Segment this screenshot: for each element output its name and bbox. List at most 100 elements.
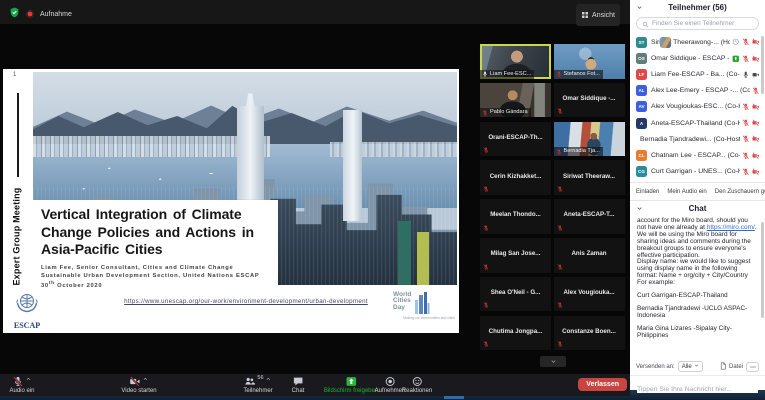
mic-muted-icon (557, 341, 563, 347)
video-tile[interactable]: Omar Siddique -... (554, 83, 625, 118)
participant-row[interactable]: ST Siriwat Theerawong-... (Host) (630, 34, 765, 50)
participant-status-icons (742, 168, 760, 176)
smiley-icon (411, 376, 422, 387)
participants-footer-button[interactable]: Mein Audio ein (667, 189, 706, 195)
cam-on-icon (752, 71, 760, 79)
participants-footer-button[interactable]: Einladen (636, 189, 659, 195)
video-tile[interactable]: Anis Zaman (554, 238, 625, 273)
toolbar-reactions-button[interactable]: Reaktionen (402, 376, 432, 394)
video-tile[interactable]: Chutima Jongpa... (480, 316, 551, 351)
toolbar-participants-button[interactable]: 56 Teilnehmer (243, 376, 272, 394)
mic-off-icon (742, 103, 750, 111)
participant-name: Bernadia Tjandradewi... (Co-Host) (640, 136, 740, 143)
encryption-shield-icon (9, 5, 20, 23)
participant-row[interactable]: A Aneta-ESCAP-Thailand (Co-Host) (630, 115, 765, 131)
participants-collapse-icon[interactable] (636, 4, 643, 11)
chat-more-button[interactable] (746, 362, 759, 372)
chat-header: Chat (630, 200, 765, 215)
tile-mute-indicator (483, 225, 489, 231)
avatar: AV (636, 101, 647, 112)
participant-name: Alex Lee-Emery - ESCAP -... (Co-Host) (651, 87, 750, 94)
participant-row[interactable]: AL Alex Lee-Emery - ESCAP -... (Co-Host) (630, 83, 765, 99)
slide-url-link[interactable]: https://www.unescap.org/our-work/environ… (101, 298, 391, 305)
toolbar-audio-button[interactable]: Audio ein (9, 376, 34, 394)
grid-view-icon (581, 6, 589, 24)
mic-off-icon (742, 55, 750, 63)
cam-off-icon (752, 135, 760, 143)
record-icon (384, 376, 395, 387)
participant-status-icons (742, 71, 760, 79)
tile-participant-name: Constanze Boen... (556, 328, 623, 335)
chat-message: Curt Garrigan-ESCAP-Thailand (637, 293, 757, 300)
leave-button[interactable]: Verlassen (578, 378, 627, 391)
video-tile[interactable]: Pablo Gándara (480, 83, 551, 118)
participant-search-input[interactable] (652, 20, 753, 27)
tile-mute-indicator (557, 302, 563, 308)
toolbar-share-button[interactable]: Bildschirm freigeben (324, 376, 378, 394)
video-tile[interactable]: Constanze Boen... (554, 316, 625, 351)
wcd-building-icon (414, 292, 430, 314)
video-tile[interactable]: Milag San Jose... (480, 238, 551, 273)
cam-off-icon (752, 152, 760, 160)
chat-collapse-icon[interactable] (636, 205, 643, 212)
participant-search[interactable] (636, 17, 759, 30)
video-tile[interactable]: Cerin Kizhakket... (480, 160, 551, 195)
chat-message: Bernadia Tjandradewi -UCLG ASPAC-Indones… (637, 306, 757, 320)
avatar: A (636, 118, 647, 129)
tile-participant-name: Anis Zaman (556, 250, 623, 257)
slide-subtitle: Liam Fee, Senior Consultant, Cities and … (41, 264, 270, 290)
toolbar-chat-button[interactable]: Chat (292, 376, 305, 394)
participant-name: Curt Garrigan - UNES... (Co-Host) (651, 168, 740, 175)
file-button[interactable]: Datei (719, 362, 743, 372)
tile-mute-indicator (557, 186, 563, 192)
tile-mute-indicator (557, 264, 563, 270)
participant-row[interactable]: LF Liam Fee-ESCAP - Ba... (Co-Host) (630, 66, 765, 82)
toolbar-record-button[interactable]: Aufnehmen (375, 376, 406, 394)
participant-row[interactable]: OS Omar Siddique - ESCAP - T... (630, 50, 765, 66)
tile-participant-name: Siriwat Theeraw... (556, 173, 623, 180)
chat-send-row: Versenden an: Alle Datei (630, 360, 765, 373)
participant-row[interactable]: CL Chatnam Lee - ESCAP... (Co-Host) (630, 147, 765, 163)
toolbar-video-button[interactable]: Video starten (121, 376, 156, 394)
video-tile[interactable]: Aneta-ESCAP-T... (554, 199, 625, 234)
participant-row[interactable]: Bernadia Tjandradewi... (Co-Host) (630, 131, 765, 147)
video-tile[interactable]: Orani-ESCAP-Th... (480, 122, 551, 157)
participant-row[interactable]: AV Alex Vougioukas-ESC... (Co-Host) (630, 99, 765, 115)
tile-name-label: Stefanos Fot... (554, 70, 603, 79)
un-emblem-icon (14, 289, 40, 315)
video-tile[interactable]: Siriwat Theeraw... (554, 160, 625, 195)
mic-muted-icon (557, 302, 563, 308)
more-tiles-button[interactable] (540, 356, 566, 367)
participant-row[interactable]: CG Curt Garrigan - UNES... (Co-Host) (630, 164, 765, 180)
avatar: CG (636, 166, 647, 177)
participant-status-icons (742, 119, 760, 127)
mic-off-icon (742, 119, 750, 127)
caret-up-icon (143, 376, 149, 382)
cam-off-icon (752, 119, 760, 127)
participant-status-icons (742, 103, 760, 111)
participants-footer-button[interactable]: Den Zuschauern gestatten, di... (715, 189, 765, 195)
video-tile[interactable]: Liam Fee-ESC... (480, 44, 551, 79)
shared-screen-stage: 1 Expert Group Meeting Vertica (0, 24, 630, 374)
clock-icon (732, 38, 740, 46)
recording-indicator: Aufnahme (9, 5, 72, 23)
send-to-label: Versenden an: (636, 364, 675, 370)
video-tile[interactable]: Stefanos Fot... (554, 44, 625, 79)
mic-off-dark-icon (13, 376, 24, 387)
chat-message-input[interactable] (637, 386, 758, 393)
meeting-toolbar: Verlassen Audio ein Video starten 56 Teil… (0, 374, 630, 396)
video-tile[interactable]: Meelan Thondo... (480, 199, 551, 234)
chat-scrollbar[interactable] (761, 222, 764, 318)
video-tile[interactable]: Bernadia Tja... (554, 122, 625, 157)
mic-muted-icon (556, 149, 562, 155)
file-icon (719, 362, 727, 372)
video-tile[interactable]: Alex Vougiouka... (554, 277, 625, 312)
send-to-select[interactable]: Alle (678, 361, 703, 372)
participants-scrollbar[interactable] (761, 36, 764, 94)
mic-off-icon (742, 152, 750, 160)
tile-participant-name: Shea O'Neil - G... (482, 289, 549, 296)
video-tile[interactable]: Shea O'Neil - G... (480, 277, 551, 312)
tile-name-label: Pablo Gándara (480, 108, 531, 117)
tile-participant-name: Meelan Thondo... (482, 212, 549, 219)
view-button[interactable]: Ansicht (576, 4, 620, 26)
